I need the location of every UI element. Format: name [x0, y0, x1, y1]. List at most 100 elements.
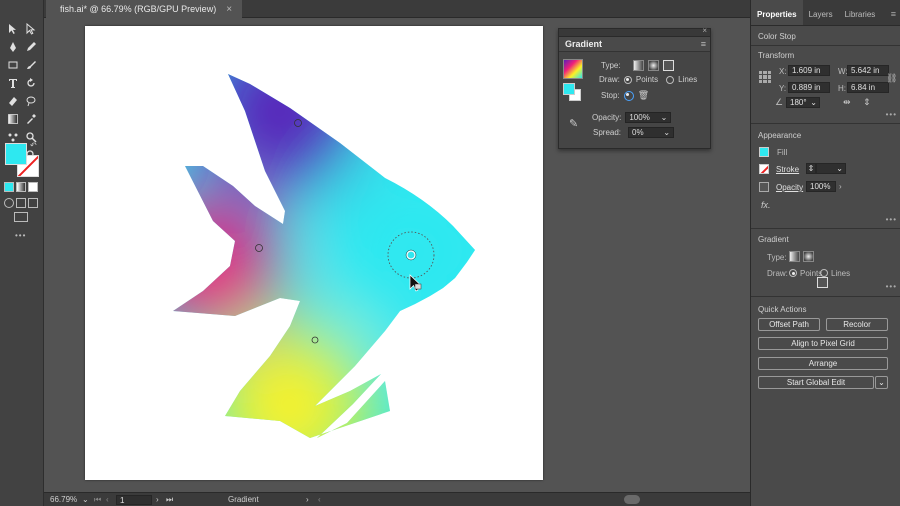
- artboard[interactable]: [85, 26, 543, 480]
- appearance-more-button[interactable]: •••: [886, 215, 897, 224]
- gradient-spread-select[interactable]: 0% ⌄: [628, 127, 675, 138]
- swap-icon[interactable]: ↶: [30, 141, 37, 150]
- previous-artboard-icon[interactable]: ‹: [106, 495, 109, 504]
- prop-freeform-gradient-button[interactable]: [817, 277, 828, 288]
- stroke-weight-select[interactable]: ⌄: [816, 163, 846, 174]
- points-radio[interactable]: [623, 75, 632, 84]
- global-edit-options-button[interactable]: ⌄: [875, 376, 888, 389]
- direct-selection-tool-icon[interactable]: [22, 20, 40, 38]
- eyedropper-tool-icon[interactable]: [22, 110, 40, 128]
- type-tool-icon[interactable]: [4, 74, 22, 92]
- x-label: X:: [779, 67, 787, 76]
- document-tab[interactable]: fish.ai* @ 66.79% (RGB/GPU Preview) ×: [46, 0, 243, 18]
- none-mode-icon[interactable]: [28, 182, 38, 192]
- constrain-proportions-icon[interactable]: ⛓: [886, 73, 897, 84]
- chevron-down-icon: ⌄: [660, 113, 668, 122]
- stroke-stepper[interactable]: ⇕: [806, 163, 816, 174]
- flip-vertical-icon[interactable]: ⇕: [863, 97, 871, 108]
- rectangle-tool-icon[interactable]: [4, 56, 22, 74]
- status-menu-icon[interactable]: ›: [306, 495, 309, 504]
- paintbrush-tool-icon[interactable]: [22, 56, 40, 74]
- eyedropper-icon[interactable]: ✎: [569, 117, 578, 130]
- transform-more-button[interactable]: •••: [886, 110, 897, 119]
- prop-points-radio[interactable]: [789, 269, 797, 277]
- rotate-tool-icon[interactable]: [22, 74, 40, 92]
- offset-path-button[interactable]: Offset Path: [758, 318, 820, 331]
- divider: [751, 45, 900, 46]
- draw-normal-icon[interactable]: [4, 198, 14, 208]
- radial-gradient-button[interactable]: [647, 60, 659, 71]
- more-tools-button[interactable]: •••: [15, 231, 26, 240]
- gradient-tool-icon[interactable]: [4, 110, 22, 128]
- appearance-stroke-swatch[interactable]: [759, 164, 769, 174]
- h-field[interactable]: 6.84 in: [847, 82, 889, 93]
- prop-points-label: Points: [800, 269, 823, 278]
- pen-tool-icon[interactable]: [4, 38, 22, 56]
- align-to-pixel-grid-button[interactable]: Align to Pixel Grid: [758, 337, 888, 350]
- horizontal-scrollbar-thumb[interactable]: [624, 495, 640, 504]
- appearance-fill-swatch[interactable]: [759, 147, 769, 157]
- transform-title: Transform: [758, 51, 795, 60]
- panel-menu-icon[interactable]: ≡: [701, 39, 706, 49]
- color-mode-icon[interactable]: [4, 182, 14, 192]
- fx-button[interactable]: fx.: [761, 200, 771, 210]
- panel-close-icon[interactable]: ×: [702, 26, 707, 35]
- gradient-mode-icon[interactable]: [16, 182, 26, 192]
- rotate-select[interactable]: 180° ⌄: [786, 97, 820, 108]
- points-label: Points: [635, 75, 659, 84]
- prop-lines-label: Lines: [831, 269, 851, 278]
- fill-stroke-swatches[interactable]: ↶: [4, 141, 40, 178]
- prop-linear-gradient-button[interactable]: [789, 251, 800, 262]
- screen-mode-icon[interactable]: [14, 212, 28, 222]
- first-artboard-icon[interactable]: ⏮: [94, 495, 101, 505]
- zoom-level[interactable]: 66.79%: [50, 495, 77, 504]
- stop-target-icon[interactable]: [623, 90, 634, 101]
- gradient-type-row: Type:: [601, 60, 674, 71]
- gradient-more-button[interactable]: •••: [886, 282, 897, 291]
- lasso-tool-icon[interactable]: [22, 92, 40, 110]
- gradient-panel-titlebar[interactable]: ×: [559, 26, 710, 37]
- trash-icon[interactable]: 🗑: [638, 90, 649, 101]
- chevron-down-icon: ⌄: [810, 98, 817, 107]
- fill-swatch[interactable]: [5, 143, 27, 165]
- flip-horizontal-icon[interactable]: ⇹: [843, 97, 851, 108]
- chevron-down-icon: ⌄: [663, 128, 671, 137]
- y-field[interactable]: 0.889 in: [788, 82, 830, 93]
- zoom-dropdown-icon[interactable]: ⌄: [82, 495, 89, 504]
- tab-properties[interactable]: Properties: [751, 0, 803, 25]
- gradient-preview-swatch[interactable]: [563, 59, 583, 79]
- w-field[interactable]: 5.642 in: [847, 65, 889, 76]
- status-scroll-left-icon[interactable]: ‹: [318, 495, 321, 504]
- reference-point-icon[interactable]: [759, 71, 771, 83]
- draw-behind-icon[interactable]: [16, 198, 26, 208]
- opacity-link[interactable]: Opacity: [776, 183, 803, 192]
- opacity-chevron-icon[interactable]: ›: [839, 182, 842, 191]
- draw-inside-icon[interactable]: [28, 198, 38, 208]
- prop-lines-radio[interactable]: [820, 269, 828, 277]
- linear-gradient-button[interactable]: [632, 60, 644, 71]
- eraser-tool-icon[interactable]: [4, 92, 22, 110]
- artboard-number-field[interactable]: 1: [116, 495, 152, 505]
- gradient-stop-label: Stop:: [601, 91, 620, 100]
- arrange-button[interactable]: Arrange: [758, 357, 888, 370]
- stroke-link[interactable]: Stroke: [776, 165, 799, 174]
- fish-artwork[interactable]: [85, 26, 543, 480]
- opacity-field[interactable]: 100%: [806, 181, 836, 192]
- appearance-title: Appearance: [758, 131, 802, 140]
- selection-tool-icon[interactable]: [4, 20, 22, 38]
- stop-fill-swatch[interactable]: [563, 83, 575, 95]
- next-artboard-icon[interactable]: ›: [156, 495, 159, 504]
- pencil-tool-icon[interactable]: [22, 38, 40, 56]
- tab-layers[interactable]: Layers: [803, 0, 839, 25]
- prop-radial-gradient-button[interactable]: [803, 251, 814, 262]
- panel-menu-icon[interactable]: ≡: [891, 9, 896, 19]
- last-artboard-icon[interactable]: ⏭: [166, 495, 173, 505]
- tab-libraries[interactable]: Libraries: [839, 0, 882, 25]
- lines-radio[interactable]: [666, 75, 675, 84]
- gradient-opacity-select[interactable]: 100% ⌄: [625, 112, 672, 123]
- x-field[interactable]: 1.609 in: [788, 65, 830, 76]
- start-global-edit-button[interactable]: Start Global Edit: [758, 376, 874, 389]
- freeform-gradient-button[interactable]: [662, 60, 674, 71]
- close-icon[interactable]: ×: [226, 4, 232, 15]
- recolor-button[interactable]: Recolor: [826, 318, 888, 331]
